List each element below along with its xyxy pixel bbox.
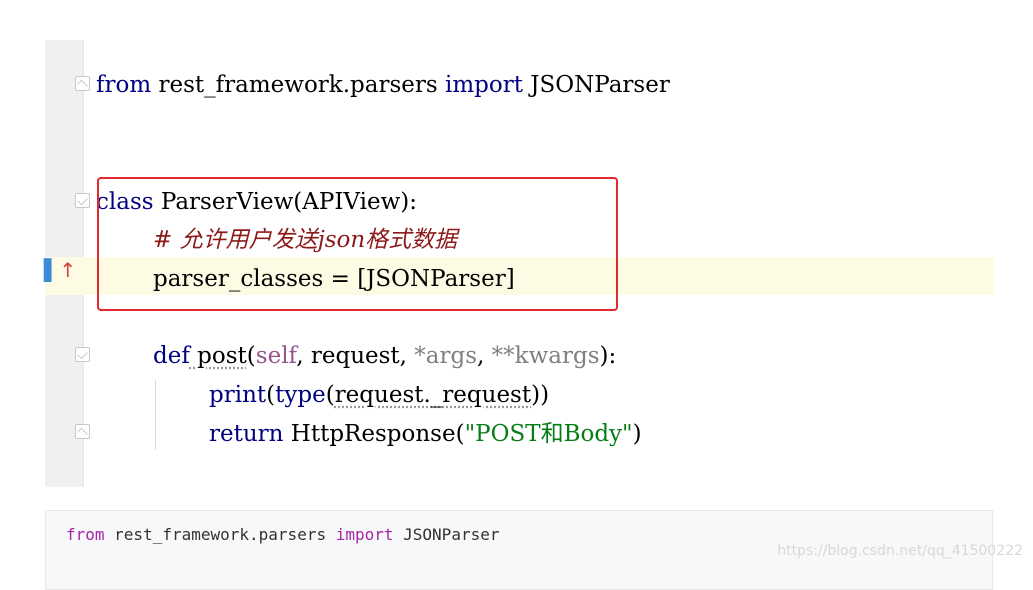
fold-marker-icon[interactable] bbox=[75, 424, 90, 439]
string-literal: "POST和Body" bbox=[464, 421, 633, 447]
code-line-print[interactable]: print(type(request._request)) bbox=[209, 378, 549, 412]
fold-marker-icon[interactable] bbox=[75, 76, 90, 91]
self-param: self bbox=[255, 343, 297, 369]
keyword: from bbox=[96, 72, 152, 98]
snippet-line: from rest_framework.parsers import JSONP… bbox=[66, 525, 500, 544]
indent-guide bbox=[155, 380, 156, 450]
fold-marker-icon[interactable] bbox=[75, 193, 90, 208]
override-arrow-icon[interactable]: ▌↑ bbox=[44, 260, 76, 280]
code-line-return[interactable]: return HttpResponse("POST和Body") bbox=[209, 417, 642, 451]
code-line-def[interactable]: def post(self, request, *args, **kwargs)… bbox=[153, 339, 616, 373]
fold-marker-icon[interactable] bbox=[75, 347, 90, 362]
keyword: def bbox=[153, 343, 190, 369]
code-line-1[interactable]: from rest_framework.parsers import JSONP… bbox=[96, 68, 670, 102]
keyword: return bbox=[209, 421, 284, 447]
highlight-annotation-box bbox=[97, 177, 618, 311]
watermark: https://blog.csdn.net/qq_41500222 bbox=[777, 543, 1023, 559]
keyword: import bbox=[445, 72, 523, 98]
